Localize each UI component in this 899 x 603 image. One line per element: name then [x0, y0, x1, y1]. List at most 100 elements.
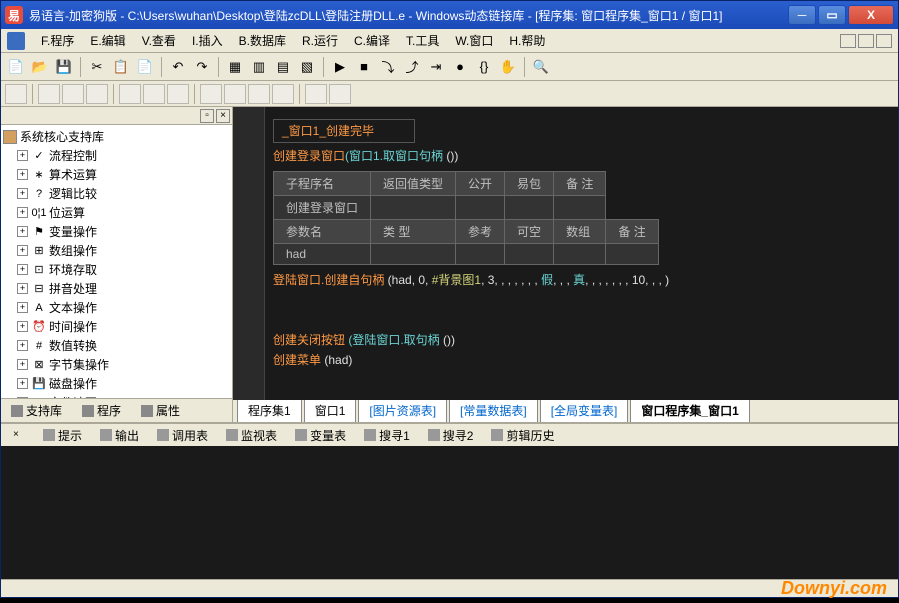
align5-button[interactable] — [119, 84, 141, 104]
expand-icon[interactable]: + — [17, 340, 28, 351]
mdi-max-icon[interactable] — [858, 34, 874, 48]
menu-view[interactable]: V.查看 — [134, 29, 184, 52]
close-hints-icon[interactable]: × — [13, 429, 25, 441]
expand-icon[interactable]: + — [17, 378, 28, 389]
btab-search2[interactable]: 搜寻2 — [420, 425, 482, 446]
maximize-button[interactable]: ▭ — [818, 5, 846, 25]
tree-item[interactable]: +#数值转换 — [3, 336, 230, 355]
menu-program[interactable]: F.程序 — [33, 29, 82, 52]
step-button[interactable]: ⤵ — [377, 56, 399, 78]
etab-set1[interactable]: 程序集1 — [237, 400, 302, 422]
close-button[interactable]: X — [848, 5, 894, 25]
tree-item[interactable]: +⊞数组操作 — [3, 241, 230, 260]
mdi-min-icon[interactable] — [840, 34, 856, 48]
menu-edit[interactable]: E.编辑 — [82, 29, 133, 52]
stop-button[interactable]: ■ — [353, 56, 375, 78]
undo-button[interactable]: ↶ — [167, 56, 189, 78]
copy-button[interactable]: 📋 — [110, 56, 132, 78]
menu-database[interactable]: B.数据库 — [231, 29, 294, 52]
expand-icon[interactable]: + — [17, 245, 28, 256]
output-area[interactable] — [1, 446, 898, 579]
align11-button[interactable] — [272, 84, 294, 104]
expand-icon[interactable]: + — [17, 188, 28, 199]
step-out-button[interactable]: ⇥ — [425, 56, 447, 78]
menu-run[interactable]: R.运行 — [294, 29, 346, 52]
new-button[interactable]: 📄 — [5, 56, 27, 78]
menu-compile[interactable]: C.编译 — [346, 29, 398, 52]
expand-icon[interactable]: + — [17, 150, 28, 161]
align12-button[interactable] — [305, 84, 327, 104]
align6-button[interactable] — [143, 84, 165, 104]
btab-output[interactable]: 输出 — [92, 425, 147, 446]
expand-icon[interactable]: + — [17, 321, 28, 332]
menu-insert[interactable]: I.插入 — [184, 29, 231, 52]
etab-consts[interactable]: [常量数据表] — [449, 400, 538, 422]
align2-button[interactable] — [38, 84, 60, 104]
mdi-close-icon[interactable] — [876, 34, 892, 48]
tree-item[interactable]: +⊟拼音处理 — [3, 279, 230, 298]
btab-search1[interactable]: 搜寻1 — [356, 425, 418, 446]
step-over-button[interactable]: ⤴ — [401, 56, 423, 78]
redo-button[interactable]: ↷ — [191, 56, 213, 78]
tree-item[interactable]: +⏰时间操作 — [3, 317, 230, 336]
tree-item[interactable]: +∗算术运算 — [3, 165, 230, 184]
paste-button[interactable]: 📄 — [134, 56, 156, 78]
tree-item[interactable]: +?逻辑比较 — [3, 184, 230, 203]
expand-icon[interactable]: + — [17, 302, 28, 313]
tree-root[interactable]: 系统核心支持库 — [3, 127, 230, 146]
layout2-button[interactable]: ▥ — [248, 56, 270, 78]
cut-button[interactable]: ✂ — [86, 56, 108, 78]
run-button[interactable]: ▶ — [329, 56, 351, 78]
tree-item[interactable]: +⊡环境存取 — [3, 260, 230, 279]
tree-item[interactable]: +⊠字节集操作 — [3, 355, 230, 374]
tab-library[interactable]: 支持库 — [5, 400, 68, 421]
layout3-button[interactable]: ▤ — [272, 56, 294, 78]
tree-item[interactable]: +0¦1位运算 — [3, 203, 230, 222]
btab-watch[interactable]: 监视表 — [218, 425, 285, 446]
expand-icon[interactable]: + — [17, 169, 28, 180]
btab-hints[interactable]: 提示 — [35, 425, 90, 446]
expand-icon[interactable]: + — [17, 207, 28, 218]
expand-icon[interactable]: + — [17, 359, 28, 370]
layout4-button[interactable]: ▧ — [296, 56, 318, 78]
align8-button[interactable] — [200, 84, 222, 104]
align4-button[interactable] — [86, 84, 108, 104]
align1-button[interactable] — [5, 84, 27, 104]
panel-close-icon[interactable]: × — [216, 109, 230, 123]
tab-properties[interactable]: 属性 — [135, 400, 186, 421]
braces-button[interactable]: {} — [473, 56, 495, 78]
hand-button[interactable]: ✋ — [497, 56, 519, 78]
expand-icon[interactable]: + — [17, 226, 28, 237]
align3-button[interactable] — [62, 84, 84, 104]
align10-button[interactable] — [248, 84, 270, 104]
btab-cliphistory[interactable]: 剪辑历史 — [483, 425, 562, 446]
code-editor[interactable]: _窗口1_创建完毕 创建登录窗口(窗口1.取窗口句柄 ()) 子程序名返回值类型… — [233, 107, 898, 400]
tree-item[interactable]: +⚑变量操作 — [3, 222, 230, 241]
expand-icon[interactable]: + — [17, 283, 28, 294]
align9-button[interactable] — [224, 84, 246, 104]
minimize-button[interactable]: ─ — [788, 5, 816, 25]
save-button[interactable]: 💾 — [53, 56, 75, 78]
btab-vars[interactable]: 变量表 — [287, 425, 354, 446]
align7-button[interactable] — [167, 84, 189, 104]
expand-icon[interactable]: + — [17, 264, 28, 275]
tree-item[interactable]: +💾磁盘操作 — [3, 374, 230, 393]
library-tree[interactable]: 系统核心支持库 +✓流程控制+∗算术运算+?逻辑比较+0¦1位运算+⚑变量操作+… — [1, 125, 232, 398]
etab-window1[interactable]: 窗口1 — [304, 400, 357, 422]
btab-calls[interactable]: 调用表 — [149, 425, 216, 446]
etab-winprogset[interactable]: 窗口程序集_窗口1 — [630, 400, 749, 422]
menu-window[interactable]: W.窗口 — [447, 29, 501, 52]
layout1-button[interactable]: ▦ — [224, 56, 246, 78]
menu-tools[interactable]: T.工具 — [398, 29, 447, 52]
tree-item[interactable]: +✓流程控制 — [3, 146, 230, 165]
etab-globals[interactable]: [全局变量表] — [540, 400, 629, 422]
open-button[interactable]: 📂 — [29, 56, 51, 78]
panel-pin-icon[interactable]: ▫ — [200, 109, 214, 123]
tree-item[interactable]: +A文本操作 — [3, 298, 230, 317]
breakpoint-button[interactable]: ● — [449, 56, 471, 78]
align13-button[interactable] — [329, 84, 351, 104]
etab-images[interactable]: [图片资源表] — [358, 400, 447, 422]
help-button[interactable]: 🔍 — [530, 56, 552, 78]
menu-help[interactable]: H.帮助 — [501, 29, 553, 52]
tab-program[interactable]: 程序 — [76, 400, 127, 421]
